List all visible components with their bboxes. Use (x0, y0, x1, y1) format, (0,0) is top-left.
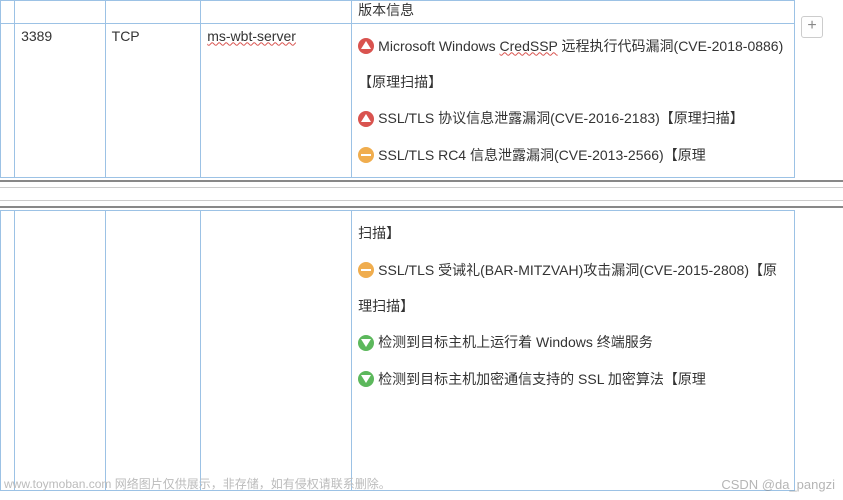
port-cell: 3389 (15, 23, 106, 178)
vuln-item: SSL/TLS 协议信息泄露漏洞(CVE-2016-2183)【原理扫描】 (358, 100, 788, 136)
medium-severity-icon (358, 262, 374, 278)
vuln-item: SSL/TLS RC4 信息泄露漏洞(CVE-2013-2566)【原理 (358, 137, 788, 173)
plus-icon: + (807, 17, 816, 34)
vuln-table: 版本信息 3389 TCP ms-wbt-server Microsoft Wi… (0, 0, 795, 178)
service-value: ms-wbt-server (207, 28, 296, 44)
table-cell (1, 211, 15, 491)
low-severity-icon (358, 335, 374, 351)
vuln-table-continued: 扫描】SSL/TLS 受诫礼(BAR-MITZVAH)攻击漏洞(CVE-2015… (0, 210, 795, 491)
vuln-item: 检测到目标主机加密通信支持的 SSL 加密算法【原理 (358, 361, 788, 397)
high-severity-icon (358, 111, 374, 127)
service-cell: ms-wbt-server (201, 23, 352, 178)
vuln-item: Microsoft Windows CredSSP 远程执行代码漏洞(CVE-2… (358, 28, 788, 101)
vuln-item-continuation: 扫描】 (358, 215, 788, 251)
table-cell (201, 211, 352, 491)
port-value: 3389 (21, 28, 52, 44)
add-button[interactable]: + (801, 16, 823, 38)
protocol-cell: TCP (105, 23, 201, 178)
vuln-item: 检测到目标主机上运行着 Windows 终端服务 (358, 324, 788, 360)
table-cell: 版本信息 (352, 1, 795, 24)
vulns-cell-part1: Microsoft Windows CredSSP 远程执行代码漏洞(CVE-2… (352, 23, 795, 178)
table-cell (105, 1, 201, 24)
footer-site: www.toymoban.com (4, 477, 111, 491)
table-cell (15, 1, 106, 24)
spellcheck-word: CredSSP (500, 38, 558, 54)
high-severity-icon (358, 38, 374, 54)
medium-severity-icon (358, 147, 374, 163)
table-row-header-fragment: 版本信息 (1, 1, 795, 24)
page-break (0, 180, 843, 208)
version-info-label: 版本信息 (358, 2, 414, 18)
footer-note: 网络图片仅供展示，非存储，如有侵权请联系删除。 (111, 477, 390, 491)
table-cell (1, 23, 15, 178)
table-cell (201, 1, 352, 24)
table-cell (1, 1, 15, 24)
table-row: 3389 TCP ms-wbt-server Microsoft Windows… (1, 23, 795, 178)
table-cell (105, 211, 201, 491)
footer-disclaimer: www.toymoban.com 网络图片仅供展示，非存储，如有侵权请联系删除。 (4, 475, 391, 492)
vulns-cell-part2: 扫描】SSL/TLS 受诫礼(BAR-MITZVAH)攻击漏洞(CVE-2015… (352, 211, 795, 491)
vuln-item: SSL/TLS 受诫礼(BAR-MITZVAH)攻击漏洞(CVE-2015-28… (358, 252, 788, 325)
table-row: 扫描】SSL/TLS 受诫礼(BAR-MITZVAH)攻击漏洞(CVE-2015… (1, 211, 795, 491)
watermark: CSDN @da_pangzi (721, 477, 835, 492)
protocol-value: TCP (112, 28, 140, 44)
low-severity-icon (358, 371, 374, 387)
table-cell (15, 211, 106, 491)
